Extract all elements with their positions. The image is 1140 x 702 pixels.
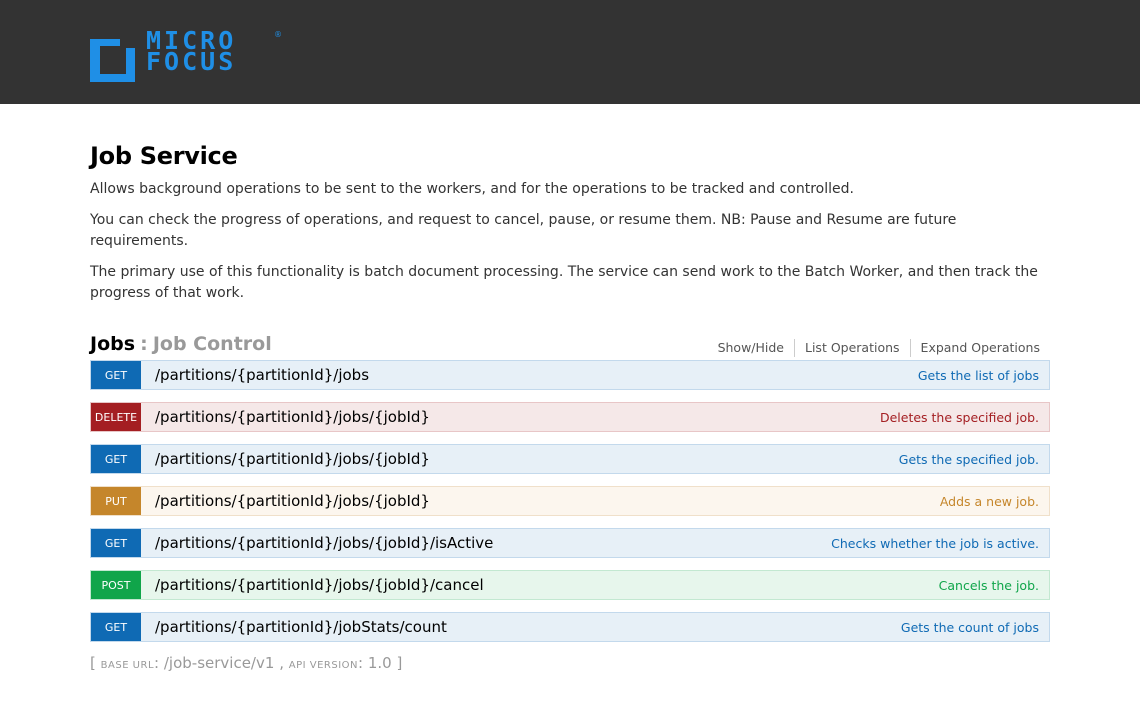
base-url-value: /job-service/v1 <box>163 654 275 672</box>
operation-row[interactable]: GET /partitions/{partitionId}/jobStats/c… <box>90 612 1050 642</box>
show-hide-link[interactable]: Show/Hide <box>708 339 794 357</box>
expand-operations-link[interactable]: Expand Operations <box>909 339 1040 357</box>
page-title: Job Service <box>90 142 238 170</box>
footer-comma: , <box>279 654 284 672</box>
operation-row[interactable]: GET /partitions/{partitionId}/jobs/{jobI… <box>90 528 1050 558</box>
base-url-label: BASE URL <box>100 660 155 671</box>
operation-summary[interactable]: Deletes the specified job. <box>880 410 1039 425</box>
api-version-label: API VERSION <box>288 660 359 671</box>
operation-summary[interactable]: Gets the count of jobs <box>901 620 1039 635</box>
operation-summary[interactable]: Cancels the job. <box>939 578 1039 593</box>
description-paragraph: The primary use of this functionality is… <box>90 264 1038 301</box>
main-content: Job Service Allows background operations… <box>90 104 1050 672</box>
description-paragraph: You can check the progress of operations… <box>90 212 957 249</box>
operation-path[interactable]: /partitions/{partitionId}/jobs <box>155 366 369 384</box>
registered-mark: ® <box>274 30 282 39</box>
micro-focus-logo[interactable]: MICRO FOCUS ® <box>90 26 282 82</box>
logo-mark-icon <box>90 39 135 82</box>
operation-row[interactable]: GET /partitions/{partitionId}/jobs/{jobI… <box>90 444 1050 474</box>
service-description: Allows background operations to be sent … <box>90 179 1050 304</box>
footer-open-bracket: [ <box>90 654 96 672</box>
operation-row[interactable]: POST /partitions/{partitionId}/jobs/{job… <box>90 570 1050 600</box>
api-info-footer: [ BASE URL: /job-service/v1 , API VERSIO… <box>90 654 403 672</box>
operation-summary[interactable]: Adds a new job. <box>940 494 1039 509</box>
resource-description: Job Control <box>152 333 272 355</box>
operation-summary[interactable]: Gets the specified job. <box>899 452 1039 467</box>
operation-path[interactable]: /partitions/{partitionId}/jobs/{jobId}/c… <box>155 576 484 594</box>
http-method-badge[interactable]: DELETE <box>91 403 141 431</box>
operation-row[interactable]: DELETE /partitions/{partitionId}/jobs/{j… <box>90 402 1050 432</box>
api-version-value: 1.0 <box>367 654 392 672</box>
operation-summary[interactable]: Gets the list of jobs <box>918 368 1039 383</box>
resource-heading: Jobs : Job Control Show/Hide List Operat… <box>90 333 1050 359</box>
logo-wordmark: MICRO FOCUS <box>146 26 237 76</box>
resource-name-link[interactable]: Jobs <box>90 333 135 355</box>
description-paragraph: Allows background operations to be sent … <box>90 181 854 197</box>
operation-row[interactable]: PUT /partitions/{partitionId}/jobs/{jobI… <box>90 486 1050 516</box>
operations-list: GET /partitions/{partitionId}/jobs Gets … <box>90 360 1050 642</box>
footer-close-bracket: ] <box>396 654 403 672</box>
http-method-badge[interactable]: GET <box>91 529 141 557</box>
top-bar: MICRO FOCUS ® <box>0 0 1140 104</box>
operation-path[interactable]: /partitions/{partitionId}/jobs/{jobId} <box>155 450 430 468</box>
operation-path[interactable]: /partitions/{partitionId}/jobStats/count <box>155 618 447 636</box>
resource-actions: Show/Hide List Operations Expand Operati… <box>708 339 1040 357</box>
operation-path[interactable]: /partitions/{partitionId}/jobs/{jobId} <box>155 492 430 510</box>
http-method-badge[interactable]: GET <box>91 445 141 473</box>
http-method-badge[interactable]: POST <box>91 571 141 599</box>
operation-summary[interactable]: Checks whether the job is active. <box>831 536 1039 551</box>
list-operations-link[interactable]: List Operations <box>794 339 910 357</box>
http-method-badge[interactable]: GET <box>91 361 141 389</box>
operation-path[interactable]: /partitions/{partitionId}/jobs/{jobId} <box>155 408 430 426</box>
operation-path[interactable]: /partitions/{partitionId}/jobs/{jobId}/i… <box>155 534 493 552</box>
http-method-badge[interactable]: PUT <box>91 487 141 515</box>
operation-row[interactable]: GET /partitions/{partitionId}/jobs Gets … <box>90 360 1050 390</box>
http-method-badge[interactable]: GET <box>91 613 141 641</box>
resource-separator: : <box>140 333 148 355</box>
